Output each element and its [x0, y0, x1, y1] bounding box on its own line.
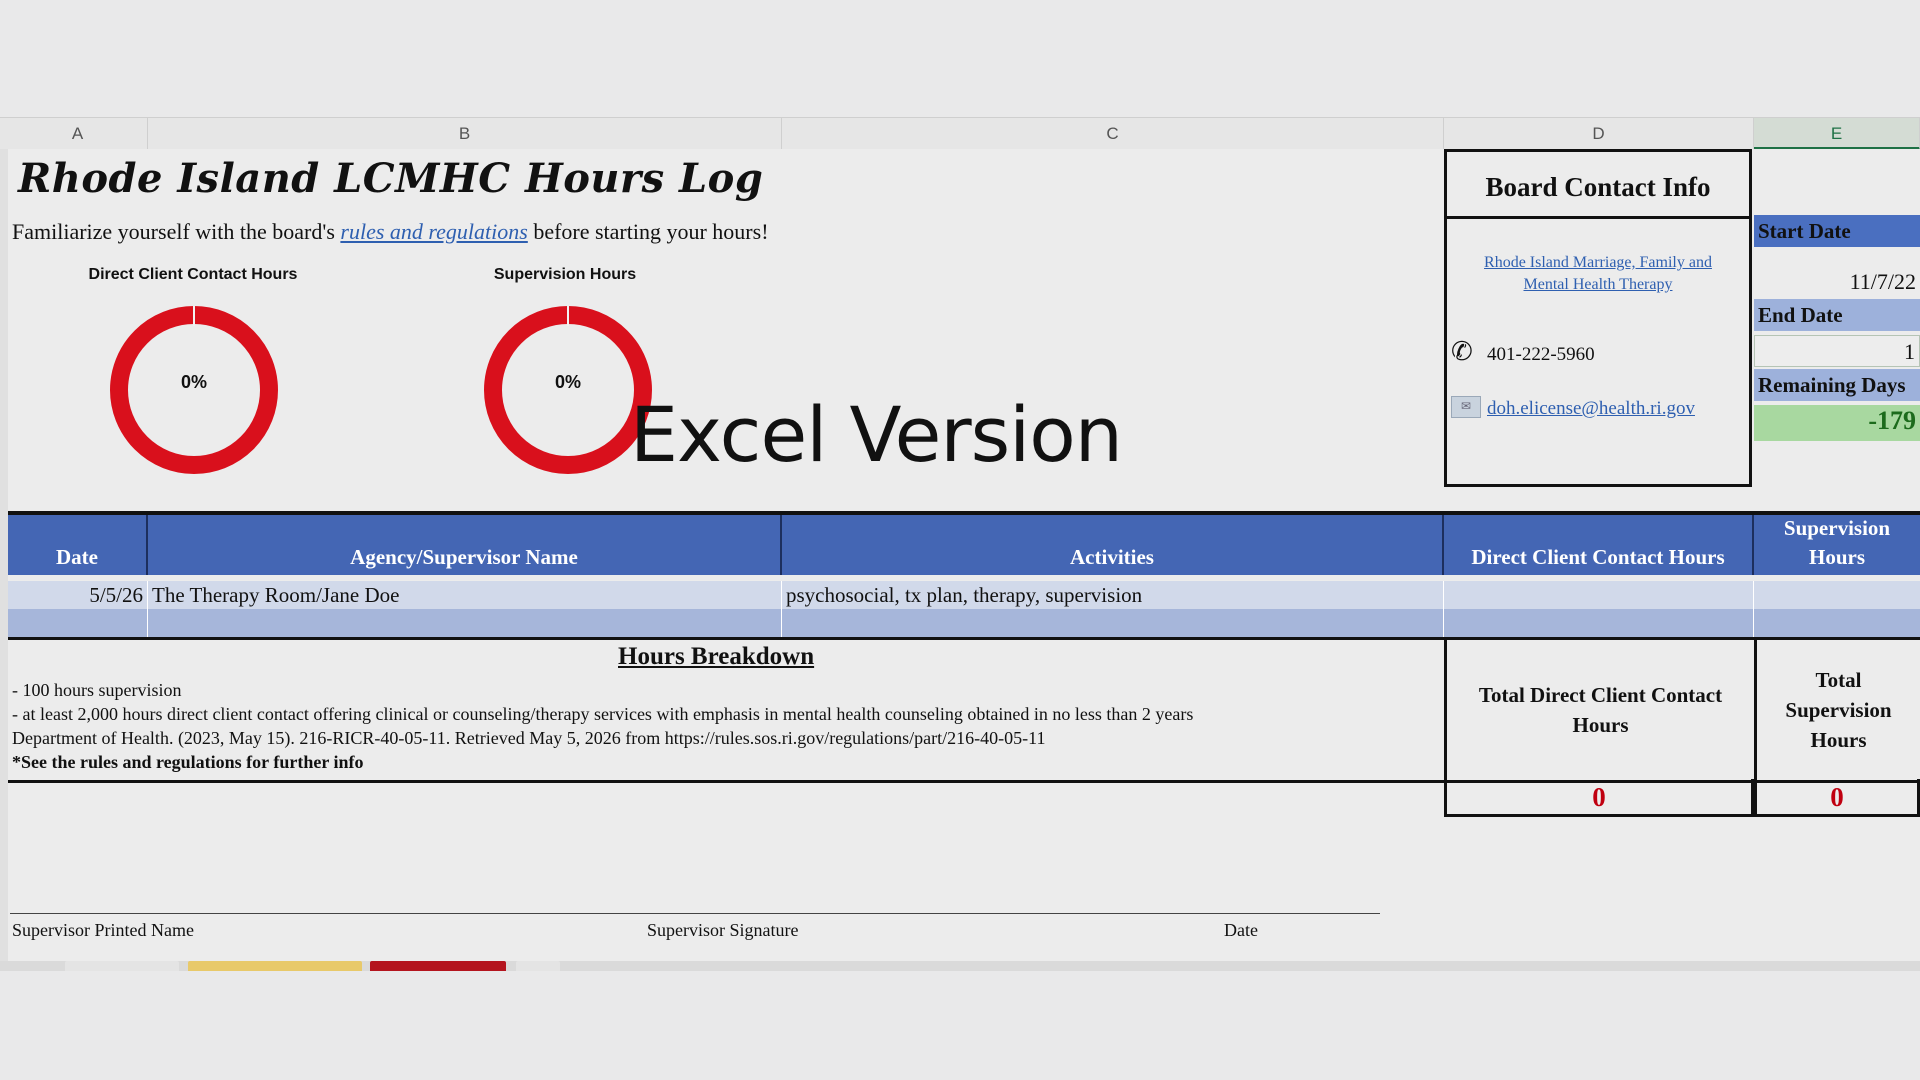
hours-breakdown-section: Hours Breakdown - 100 hours supervision … [8, 637, 1920, 783]
remaining-days-value[interactable]: -179 [1754, 405, 1920, 441]
supervisor-signature-label: Supervisor Signature [647, 920, 799, 940]
row-date[interactable] [8, 609, 148, 637]
remaining-days-label: Remaining Days [1754, 369, 1920, 401]
signature-date-label: Date [1224, 920, 1258, 940]
header-direct-hours[interactable]: Direct Client Contact Hours [1444, 515, 1754, 575]
header-supervision-hours[interactable]: Supervision Hours [1754, 515, 1920, 575]
supervision-gauge-gap [567, 306, 569, 326]
intro-after: before starting your hours! [527, 219, 769, 244]
sheet-tab[interactable] [370, 961, 506, 971]
sheet-tab[interactable] [188, 961, 362, 971]
row-supervision-hours[interactable] [1754, 609, 1920, 637]
start-date-label: Start Date [1754, 215, 1920, 247]
sheet-tab[interactable] [65, 961, 179, 971]
excel-version-overlay: Excel Version [630, 390, 1123, 479]
board-phone: 401-222-5960 [1487, 344, 1595, 365]
row-activities[interactable] [782, 609, 1444, 637]
header-activities[interactable]: Activities [782, 515, 1444, 575]
page-title: Rhode Island LCMHC Hours Log [18, 155, 764, 202]
column-header-c[interactable]: C [782, 118, 1444, 150]
row-agency[interactable] [148, 609, 782, 637]
column-header-a[interactable]: A [8, 118, 148, 150]
supervision-gauge-label: 0% [554, 372, 581, 392]
row-agency[interactable]: The Therapy Room/Jane Doe [148, 581, 782, 609]
breakdown-line: - 100 hours supervision [12, 680, 182, 700]
row-number-gutter[interactable] [0, 149, 8, 961]
hours-breakdown-title: Hours Breakdown [618, 643, 815, 670]
table-row [8, 609, 1920, 637]
table-row: 5/5/26 The Therapy Room/Jane Doe psychos… [8, 581, 1920, 609]
log-table-header: Date Agency/Supervisor Name Activities D… [8, 511, 1920, 575]
header-date[interactable]: Date [8, 515, 148, 575]
intro-text: Familiarize yourself with the board's ru… [12, 219, 769, 245]
board-contact-title: Board Contact Info [1447, 152, 1749, 219]
breakdown-line: - at least 2,000 hours direct client con… [12, 704, 1194, 724]
rules-link[interactable]: rules and regulations [340, 219, 527, 244]
row-supervision-hours[interactable] [1754, 581, 1920, 609]
board-link[interactable]: Rhode Island Marriage, Family and Mental… [1467, 252, 1729, 296]
row-direct-hours[interactable] [1444, 581, 1754, 609]
column-header-e[interactable]: E [1754, 118, 1920, 150]
end-date-value[interactable]: 1 [1754, 335, 1920, 367]
direct-gauge-title: Direct Client Contact Hours [88, 266, 298, 283]
direct-gauge-gap [193, 306, 195, 326]
row-date[interactable]: 5/5/26 [8, 581, 148, 609]
column-header-bar: A B C D E [0, 117, 1920, 151]
sheet-tabs-strip [0, 961, 1920, 971]
supervisor-printed-name-label: Supervisor Printed Name [12, 920, 194, 940]
breakdown-note: *See the rules and regulations for furth… [12, 752, 364, 772]
header-agency[interactable]: Agency/Supervisor Name [148, 515, 782, 575]
phone-icon: ✆ [1451, 337, 1473, 366]
column-header-d[interactable]: D [1444, 118, 1754, 150]
total-direct-value[interactable]: 0 [1444, 779, 1754, 817]
column-header-b[interactable]: B [148, 118, 782, 150]
add-sheet-button[interactable] [516, 961, 560, 971]
board-contact-box: Board Contact Info Rhode Island Marriage… [1444, 149, 1752, 487]
direct-gauge-label: 0% [180, 372, 207, 392]
signature-line [10, 913, 1380, 914]
end-date-label: End Date [1754, 299, 1920, 331]
total-supervision-value[interactable]: 0 [1754, 779, 1920, 817]
supervision-gauge-title: Supervision Hours [493, 266, 637, 283]
total-direct-label: Total Direct Client Contact Hours [1444, 640, 1754, 780]
start-date-value[interactable]: 11/7/22 [1754, 266, 1920, 298]
row-direct-hours[interactable] [1444, 609, 1754, 637]
board-email[interactable]: doh.elicense@health.ri.gov [1487, 398, 1695, 420]
intro-before: Familiarize yourself with the board's [12, 219, 341, 244]
total-supervision-label: Total Supervision Hours [1754, 640, 1920, 780]
row-activities[interactable]: psychosocial, tx plan, therapy, supervis… [782, 581, 1444, 609]
mail-icon: ✉ [1451, 396, 1481, 418]
breakdown-line: Department of Health. (2023, May 15). 21… [12, 728, 1046, 748]
